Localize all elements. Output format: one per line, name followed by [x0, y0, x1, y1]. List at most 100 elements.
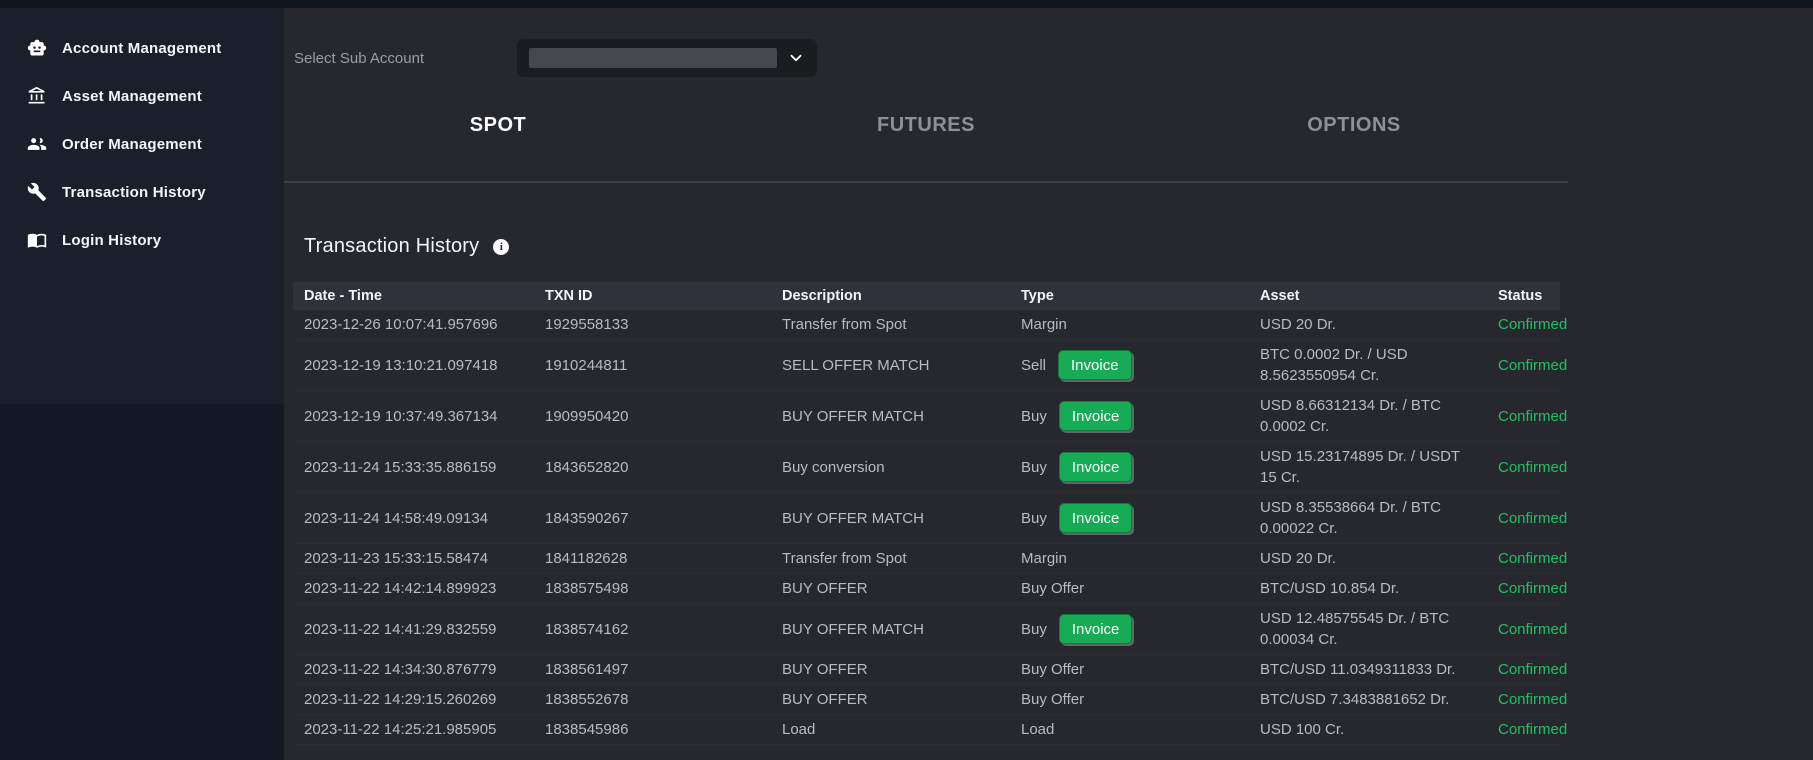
type-label: Load: [1021, 721, 1055, 738]
type-label: Buy Offer: [1021, 661, 1085, 678]
cell-date-time: 2023-12-19 13:10:21.097418: [304, 356, 498, 374]
table-row: 2023-11-23 15:33:15.58474 1841182628 Tra…: [293, 544, 1567, 574]
people-icon: [27, 134, 47, 154]
subaccount-label: Select Sub Account: [294, 49, 425, 67]
cell-date-time: 2023-11-22 14:42:14.899923: [304, 580, 497, 597]
column-header-status: Status: [1498, 288, 1543, 304]
status-badge: Confirmed: [1498, 580, 1568, 597]
cell-date-time: 2023-11-24 15:33:35.886159: [304, 458, 497, 476]
type-label: Buy: [1021, 458, 1047, 476]
column-header-type: Type: [1021, 288, 1054, 304]
tab-options[interactable]: OPTIONS: [1140, 96, 1568, 181]
cell-asset: USD 15.23174895 Dr. / USDT 15 Cr.: [1260, 448, 1460, 486]
sidebar-item-asset-management[interactable]: Asset Management: [0, 72, 284, 120]
cell-asset: USD 8.66312134 Dr. / BTC 0.0002 Cr.: [1260, 397, 1441, 435]
status-badge: Confirmed: [1498, 620, 1568, 638]
cell-description: SELL OFFER MATCH: [782, 356, 930, 374]
info-icon[interactable]: i: [493, 238, 510, 255]
sidebar-item-transaction-history[interactable]: Transaction History: [0, 168, 284, 216]
cell-txn-id: 1838561497: [545, 661, 629, 678]
cell-txn-id: 1909950420: [545, 407, 629, 425]
column-header-asset: Asset: [1260, 288, 1300, 304]
cell-description: Transfer from Spot: [782, 550, 907, 567]
type-label: Buy: [1021, 407, 1047, 425]
cell-type: Sell Invoice: [1010, 346, 1249, 384]
cell-asset: USD 20 Dr.: [1260, 316, 1336, 333]
cell-asset: USD 8.35538664 Dr. / BTC 0.00022 Cr.: [1260, 499, 1441, 537]
status-badge: Confirmed: [1498, 691, 1568, 708]
cell-date-time: 2023-11-22 14:25:21.985905: [304, 721, 497, 738]
cell-type: Buy Offer: [1010, 685, 1249, 714]
cell-date-time: 2023-11-22 14:29:15.260269: [304, 691, 497, 708]
status-badge: Confirmed: [1498, 458, 1568, 476]
type-label: Buy: [1021, 620, 1047, 638]
column-header-txn-id: TXN ID: [545, 288, 593, 304]
table-row: 2023-11-22 14:29:15.260269 1838552678 BU…: [293, 685, 1567, 715]
bank-icon: [27, 86, 47, 106]
cell-description: Buy conversion: [782, 458, 885, 476]
subaccount-select[interactable]: [516, 38, 818, 78]
invoice-button[interactable]: Invoice: [1058, 614, 1133, 644]
table-row: 2023-11-24 14:58:49.09134 1843590267 BUY…: [293, 493, 1567, 544]
cell-date-time: 2023-11-23 15:33:15.58474: [304, 550, 489, 567]
tab-futures[interactable]: FUTURES: [712, 96, 1140, 181]
sidebar-item-label: Transaction History: [62, 183, 206, 201]
book-icon: [27, 230, 47, 250]
cell-type: Margin: [1010, 310, 1249, 339]
cell-description: BUY OFFER MATCH: [782, 509, 924, 527]
wrench-icon: [27, 182, 47, 202]
table-row: 2023-11-22 14:41:29.832559 1838574162 BU…: [293, 604, 1567, 655]
cell-type: Load: [1010, 715, 1249, 744]
invoice-button[interactable]: Invoice: [1058, 452, 1133, 482]
type-label: Sell: [1021, 356, 1047, 374]
cell-description: BUY OFFER: [782, 661, 868, 678]
cell-asset: BTC/USD 10.854 Dr.: [1260, 580, 1400, 597]
transaction-table: Date - Time TXN ID Description Type Asse…: [293, 282, 1567, 745]
sidebar-item-label: Asset Management: [62, 87, 202, 105]
sidebar-item-label: Order Management: [62, 135, 202, 153]
table-body: 2023-12-26 10:07:41.957696 1929558133 Tr…: [293, 310, 1567, 745]
cell-asset: USD 100 Cr.: [1260, 721, 1345, 738]
status-badge: Confirmed: [1498, 721, 1568, 738]
sidebar-item-order-management[interactable]: Order Management: [0, 120, 284, 168]
section-heading: Transaction History i: [304, 235, 1813, 258]
robot-icon: [27, 38, 47, 58]
sidebar: Account Management Asset Management Order …: [0, 8, 284, 760]
invoice-button[interactable]: Invoice: [1058, 350, 1132, 380]
invoice-button[interactable]: Invoice: [1058, 401, 1133, 431]
type-label: Margin: [1021, 550, 1067, 567]
cell-date-time: 2023-11-22 14:41:29.832559: [304, 620, 497, 638]
cell-asset: USD 12.48575545 Dr. / BTC 0.00034 Cr.: [1260, 610, 1450, 648]
type-label: Buy Offer: [1021, 691, 1085, 708]
cell-txn-id: 1838574162: [545, 620, 629, 638]
sidebar-item-account-management[interactable]: Account Management: [0, 24, 284, 72]
status-badge: Confirmed: [1498, 356, 1568, 374]
cell-date-time: 2023-11-24 14:58:49.09134: [304, 509, 489, 527]
cell-txn-id: 1843590267: [545, 509, 629, 527]
cell-txn-id: 1838552678: [545, 691, 629, 708]
sidebar-item-label: Account Management: [62, 39, 222, 57]
cell-asset: BTC 0.0002 Dr. / USD 8.5623550954 Cr.: [1260, 346, 1408, 384]
sidebar-item-label: Login History: [62, 231, 162, 249]
cell-description: Load: [782, 721, 816, 738]
cell-asset: BTC/USD 11.0349311833 Dr.: [1260, 661, 1456, 678]
invoice-button[interactable]: Invoice: [1058, 503, 1133, 533]
table-row: 2023-12-26 10:07:41.957696 1929558133 Tr…: [293, 310, 1567, 340]
status-badge: Confirmed: [1498, 407, 1568, 425]
page-title: Transaction History: [304, 235, 480, 257]
cell-type: Margin: [1010, 544, 1249, 573]
cell-description: BUY OFFER MATCH: [782, 620, 924, 638]
cell-description: BUY OFFER MATCH: [782, 407, 924, 425]
cell-txn-id: 1841182628: [545, 550, 628, 567]
cell-type: Buy Offer: [1010, 574, 1249, 603]
table-header-row: Date - Time TXN ID Description Type Asse…: [293, 282, 1560, 310]
table-row: 2023-12-19 10:37:49.367134 1909950420 BU…: [293, 391, 1567, 442]
sidebar-item-login-history[interactable]: Login History: [0, 216, 284, 264]
subaccount-row: Select Sub Account: [284, 38, 1813, 78]
status-badge: Confirmed: [1498, 509, 1568, 527]
cell-txn-id: 1838545986: [545, 721, 629, 738]
cell-txn-id: 1929558133: [545, 316, 629, 333]
tab-spot[interactable]: SPOT: [284, 96, 712, 181]
subaccount-selected-value: [529, 48, 777, 68]
type-label: Buy: [1021, 509, 1047, 527]
